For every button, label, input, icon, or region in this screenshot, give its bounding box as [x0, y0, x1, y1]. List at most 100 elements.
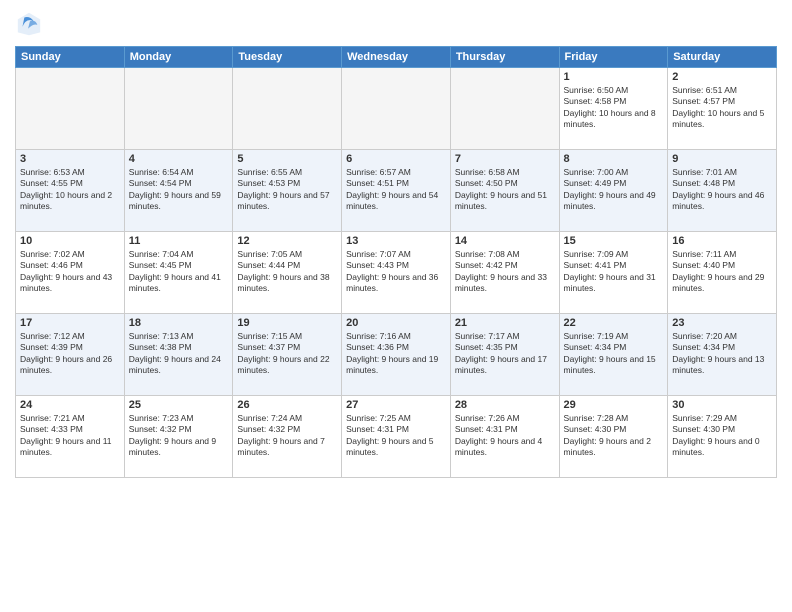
day-info: Sunrise: 7:04 AM Sunset: 4:45 PM Dayligh… — [129, 249, 229, 295]
calendar-cell — [342, 68, 451, 150]
day-info: Sunrise: 7:00 AM Sunset: 4:49 PM Dayligh… — [564, 167, 664, 213]
day-number: 28 — [455, 399, 555, 411]
calendar-cell: 4 Sunrise: 6:54 AM Sunset: 4:54 PM Daylig… — [124, 150, 233, 232]
day-info: Sunrise: 6:50 AM Sunset: 4:58 PM Dayligh… — [564, 85, 664, 131]
weekday-header-thursday: Thursday — [450, 47, 559, 68]
day-info: Sunrise: 7:09 AM Sunset: 4:41 PM Dayligh… — [564, 249, 664, 295]
calendar-cell: 24 Sunrise: 7:21 AM Sunset: 4:33 PM Dayli… — [16, 396, 125, 478]
day-number: 10 — [20, 235, 120, 247]
day-info: Sunrise: 7:07 AM Sunset: 4:43 PM Dayligh… — [346, 249, 446, 295]
day-info: Sunrise: 7:20 AM Sunset: 4:34 PM Dayligh… — [672, 331, 772, 377]
day-number: 9 — [672, 153, 772, 165]
day-info: Sunrise: 7:21 AM Sunset: 4:33 PM Dayligh… — [20, 413, 120, 459]
day-info: Sunrise: 7:11 AM Sunset: 4:40 PM Dayligh… — [672, 249, 772, 295]
day-info: Sunrise: 7:08 AM Sunset: 4:42 PM Dayligh… — [455, 249, 555, 295]
calendar-cell: 25Sunrise: 7:23 AM Sunset: 4:32 PM Dayli… — [124, 396, 233, 478]
day-number: 27 — [346, 399, 446, 411]
weekday-header-sunday: Sunday — [16, 47, 125, 68]
weekday-header-tuesday: Tuesday — [233, 47, 342, 68]
day-info: Sunrise: 7:17 AM Sunset: 4:35 PM Dayligh… — [455, 331, 555, 377]
calendar-cell: 23 Sunrise: 7:20 AM Sunset: 4:34 PM Dayli… — [668, 314, 777, 396]
day-number: 4 — [129, 153, 229, 165]
day-info: Sunrise: 7:15 AM Sunset: 4:37 PM Dayligh… — [237, 331, 337, 377]
calendar-cell: 12 Sunrise: 7:05 AM Sunset: 4:44 PM Dayli… — [233, 232, 342, 314]
day-info: Sunrise: 6:53 AM Sunset: 4:55 PM Dayligh… — [20, 167, 120, 213]
day-number: 12 — [237, 235, 337, 247]
day-number: 22 — [564, 317, 664, 329]
calendar-cell: 10 Sunrise: 7:02 AM Sunset: 4:46 PM Dayli… — [16, 232, 125, 314]
weekday-header-saturday: Saturday — [668, 47, 777, 68]
day-info: Sunrise: 6:51 AM Sunset: 4:57 PM Dayligh… — [672, 85, 772, 131]
day-number: 2 — [672, 71, 772, 83]
calendar-cell: 16 Sunrise: 7:11 AM Sunset: 4:40 PM Dayli… — [668, 232, 777, 314]
calendar-cell: 18 Sunrise: 7:13 AM Sunset: 4:38 PM Dayli… — [124, 314, 233, 396]
day-number: 7 — [455, 153, 555, 165]
day-number: 13 — [346, 235, 446, 247]
day-info: Sunrise: 7:23 AM Sunset: 4:32 PM Dayligh… — [129, 413, 229, 459]
weekday-header-friday: Friday — [559, 47, 668, 68]
day-number: 26 — [237, 399, 337, 411]
weekday-header-monday: Monday — [124, 47, 233, 68]
day-number: 8 — [564, 153, 664, 165]
header — [15, 10, 777, 38]
day-number: 23 — [672, 317, 772, 329]
day-number: 16 — [672, 235, 772, 247]
day-number: 6 — [346, 153, 446, 165]
calendar-cell: 11 Sunrise: 7:04 AM Sunset: 4:45 PM Dayli… — [124, 232, 233, 314]
day-info: Sunrise: 7:12 AM Sunset: 4:39 PM Dayligh… — [20, 331, 120, 377]
day-info: Sunrise: 6:54 AM Sunset: 4:54 PM Dayligh… — [129, 167, 229, 213]
day-info: Sunrise: 6:57 AM Sunset: 4:51 PM Dayligh… — [346, 167, 446, 213]
calendar-cell: 22 Sunrise: 7:19 AM Sunset: 4:34 PM Dayli… — [559, 314, 668, 396]
calendar-cell: 19 Sunrise: 7:15 AM Sunset: 4:37 PM Dayli… — [233, 314, 342, 396]
day-number: 20 — [346, 317, 446, 329]
day-number: 5 — [237, 153, 337, 165]
calendar-cell: 3 Sunrise: 6:53 AM Sunset: 4:55 PM Daylig… — [16, 150, 125, 232]
day-number: 15 — [564, 235, 664, 247]
calendar-cell: 28 Sunrise: 7:26 AM Sunset: 4:31 PM Dayli… — [450, 396, 559, 478]
day-number: 21 — [455, 317, 555, 329]
calendar-cell: 27 Sunrise: 7:25 AM Sunset: 4:31 PM Dayli… — [342, 396, 451, 478]
calendar: SundayMondayTuesdayWednesdayThursdayFrid… — [15, 46, 777, 478]
calendar-cell: 30 Sunrise: 7:29 AM Sunset: 4:30 PM Dayli… — [668, 396, 777, 478]
day-number: 18 — [129, 317, 229, 329]
calendar-cell: 15 Sunrise: 7:09 AM Sunset: 4:41 PM Dayli… — [559, 232, 668, 314]
day-number: 1 — [564, 71, 664, 83]
weekday-header-wednesday: Wednesday — [342, 47, 451, 68]
day-info: Sunrise: 7:01 AM Sunset: 4:48 PM Dayligh… — [672, 167, 772, 213]
calendar-cell: 2 Sunrise: 6:51 AM Sunset: 4:57 PM Daylig… — [668, 68, 777, 150]
calendar-cell — [233, 68, 342, 150]
day-number: 17 — [20, 317, 120, 329]
day-info: Sunrise: 7:26 AM Sunset: 4:31 PM Dayligh… — [455, 413, 555, 459]
calendar-cell: 26 Sunrise: 7:24 AM Sunset: 4:32 PM Dayli… — [233, 396, 342, 478]
day-info: Sunrise: 7:28 AM Sunset: 4:30 PM Dayligh… — [564, 413, 664, 459]
day-info: Sunrise: 7:05 AM Sunset: 4:44 PM Dayligh… — [237, 249, 337, 295]
day-info: Sunrise: 7:29 AM Sunset: 4:30 PM Dayligh… — [672, 413, 772, 459]
day-info: Sunrise: 7:25 AM Sunset: 4:31 PM Dayligh… — [346, 413, 446, 459]
day-number: 24 — [20, 399, 120, 411]
logo-icon — [15, 10, 43, 38]
logo — [15, 10, 47, 38]
day-number: 19 — [237, 317, 337, 329]
day-info: Sunrise: 7:13 AM Sunset: 4:38 PM Dayligh… — [129, 331, 229, 377]
day-info: Sunrise: 7:02 AM Sunset: 4:46 PM Dayligh… — [20, 249, 120, 295]
calendar-cell — [450, 68, 559, 150]
day-number: 11 — [129, 235, 229, 247]
day-info: Sunrise: 7:24 AM Sunset: 4:32 PM Dayligh… — [237, 413, 337, 459]
day-number: 3 — [20, 153, 120, 165]
calendar-cell: 1 Sunrise: 6:50 AM Sunset: 4:58 PM Daylig… — [559, 68, 668, 150]
page: SundayMondayTuesdayWednesdayThursdayFrid… — [0, 0, 792, 612]
calendar-cell: 21 Sunrise: 7:17 AM Sunset: 4:35 PM Dayli… — [450, 314, 559, 396]
calendar-cell — [124, 68, 233, 150]
day-number: 29 — [564, 399, 664, 411]
day-number: 14 — [455, 235, 555, 247]
day-info: Sunrise: 6:55 AM Sunset: 4:53 PM Dayligh… — [237, 167, 337, 213]
day-info: Sunrise: 7:19 AM Sunset: 4:34 PM Dayligh… — [564, 331, 664, 377]
day-number: 30 — [672, 399, 772, 411]
calendar-cell: 6 Sunrise: 6:57 AM Sunset: 4:51 PM Daylig… — [342, 150, 451, 232]
calendar-cell — [16, 68, 125, 150]
calendar-cell: 8 Sunrise: 7:00 AM Sunset: 4:49 PM Daylig… — [559, 150, 668, 232]
day-info: Sunrise: 7:16 AM Sunset: 4:36 PM Dayligh… — [346, 331, 446, 377]
calendar-cell: 14 Sunrise: 7:08 AM Sunset: 4:42 PM Dayli… — [450, 232, 559, 314]
calendar-cell: 20 Sunrise: 7:16 AM Sunset: 4:36 PM Dayli… — [342, 314, 451, 396]
calendar-cell: 7Sunrise: 6:58 AM Sunset: 4:50 PM Daylig… — [450, 150, 559, 232]
